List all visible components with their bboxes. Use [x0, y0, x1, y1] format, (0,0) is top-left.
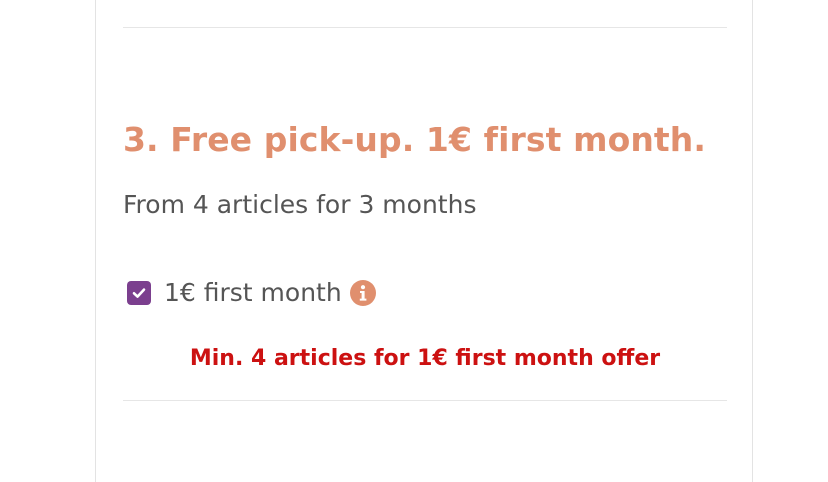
- info-icon[interactable]: [349, 279, 376, 306]
- first-month-option[interactable]: 1€ first month: [127, 278, 376, 307]
- minimum-articles-warning: Min. 4 articles for 1€ first month offer: [189, 346, 661, 371]
- info-glyph: [359, 284, 367, 301]
- first-month-label: 1€ first month: [164, 278, 342, 307]
- offer-card: 3. Free pick-up. 1€ first month. From 4 …: [95, 0, 753, 482]
- bottom-divider: [123, 400, 727, 401]
- top-divider: [123, 27, 727, 28]
- section-subtitle: From 4 articles for 3 months: [123, 190, 477, 219]
- checkmark-icon: [132, 287, 146, 298]
- first-month-checkbox[interactable]: [127, 280, 151, 305]
- section-title: 3. Free pick-up. 1€ first month.: [123, 120, 707, 159]
